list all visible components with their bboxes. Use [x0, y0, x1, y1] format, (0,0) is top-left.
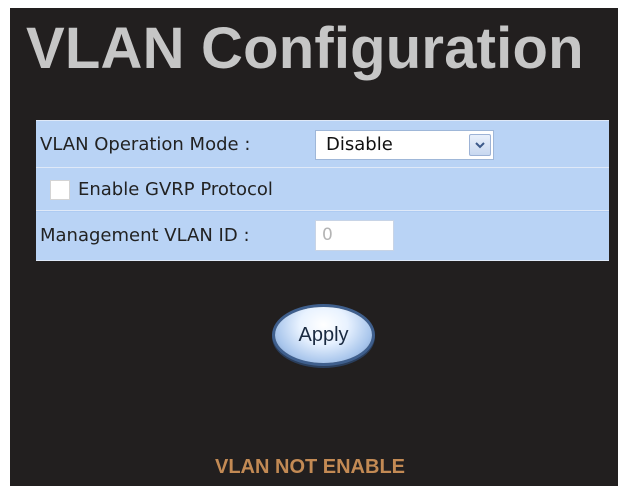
chevron-down-icon[interactable] [469, 134, 491, 156]
vlan-operation-mode-label: VLAN Operation Mode : [40, 134, 251, 155]
gvrp-enable-label: Enable GVRP Protocol [78, 179, 273, 200]
vlan-settings-form: VLAN Operation Mode : Disable Enable GVR… [36, 120, 609, 261]
vlan-operation-mode-value: Disable [326, 134, 393, 155]
vlan-status-message: VLAN NOT ENABLE [215, 456, 405, 478]
vlan-operation-mode-row: VLAN Operation Mode : Disable [36, 120, 609, 168]
gvrp-protocol-row: Enable GVRP Protocol [36, 168, 609, 211]
management-vlan-id-input[interactable]: 0 [315, 220, 394, 251]
apply-button[interactable]: Apply [275, 307, 372, 363]
vlan-operation-mode-select[interactable]: Disable [315, 130, 494, 160]
apply-button-label: Apply [298, 324, 349, 346]
gvrp-enable-checkbox[interactable] [50, 180, 70, 200]
management-vlan-id-label: Management VLAN ID : [40, 225, 250, 246]
page-title: VLAN Configuration [26, 16, 584, 81]
management-vlan-id-row: Management VLAN ID : 0 [36, 212, 609, 261]
